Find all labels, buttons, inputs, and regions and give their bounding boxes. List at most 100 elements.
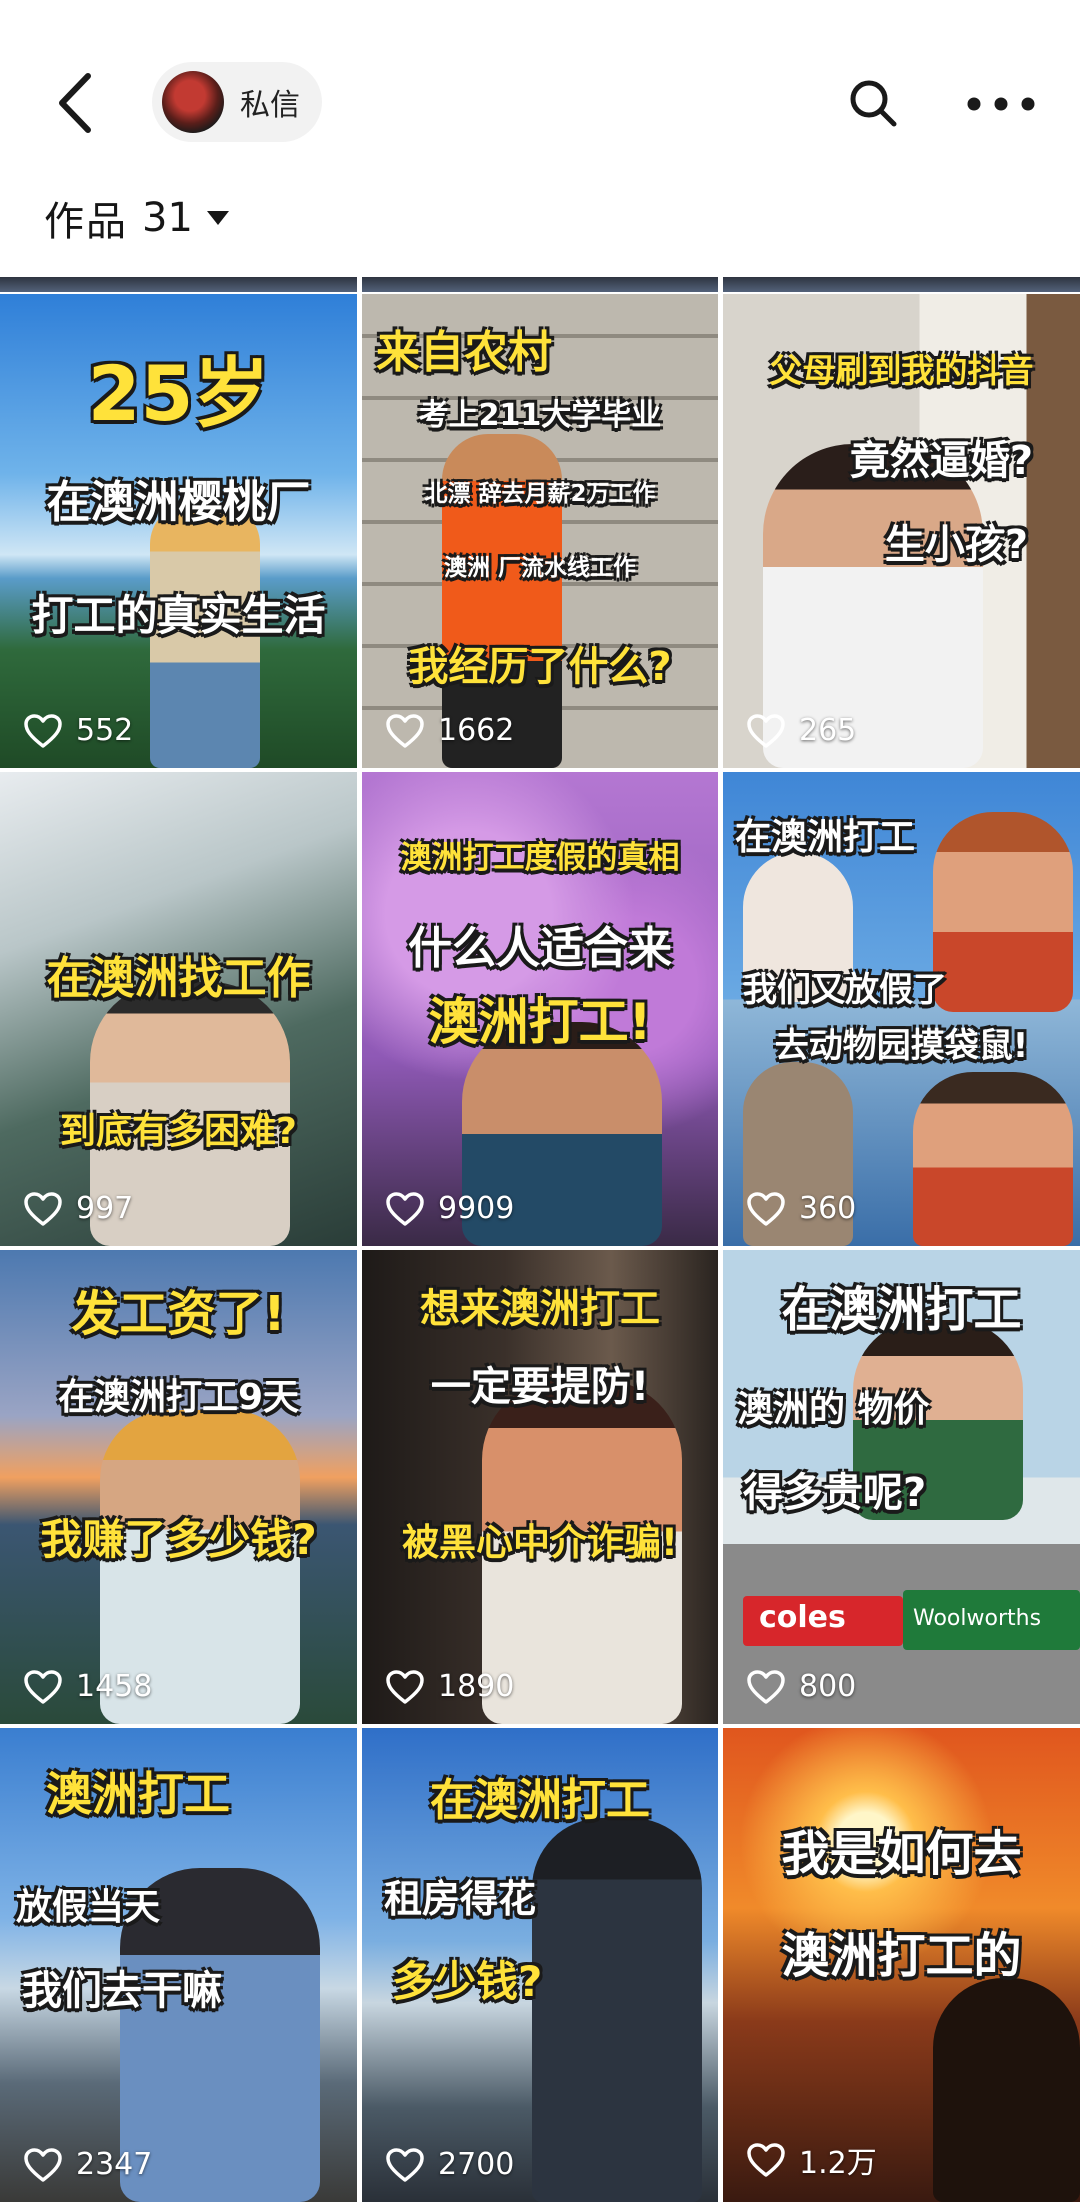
like-count-value: 997 bbox=[76, 1191, 134, 1226]
like-count-value: 1.2万 bbox=[799, 2146, 877, 2181]
video-tile[interactable]: 发工资了! 在澳洲打工9天 我赚了多少钱? 1458 bbox=[0, 1250, 357, 1724]
video-caption: 25岁 bbox=[87, 349, 270, 438]
like-count: 1890 bbox=[386, 1669, 514, 1704]
video-caption: 在澳洲打工 bbox=[430, 1775, 650, 1826]
video-caption: 得多贵呢? bbox=[743, 1470, 927, 1516]
heart-icon bbox=[386, 2147, 424, 2182]
like-count: 552 bbox=[24, 713, 133, 748]
search-icon[interactable] bbox=[848, 78, 898, 128]
video-caption: 生小孩? bbox=[884, 522, 1029, 568]
video-caption: 什么人适合来 bbox=[408, 923, 672, 974]
video-caption: 想来澳洲打工 bbox=[420, 1286, 660, 1332]
store-sign-woolworths: Woolworths bbox=[913, 1606, 1042, 1631]
video-caption: 到底有多困难? bbox=[60, 1111, 297, 1152]
like-count-value: 2347 bbox=[76, 2147, 153, 2182]
back-button[interactable] bbox=[52, 68, 102, 138]
like-count-value: 1662 bbox=[438, 713, 515, 748]
like-count: 997 bbox=[24, 1191, 133, 1226]
video-tile[interactable]: 在澳洲打工 澳洲的 物价 得多贵呢? coles Woolworths 800 bbox=[723, 1250, 1080, 1724]
video-caption: 澳洲 厂流水线工作 bbox=[443, 555, 636, 581]
like-count-value: 265 bbox=[799, 713, 857, 748]
like-count: 800 bbox=[747, 1669, 856, 1704]
works-label: 作品 bbox=[44, 199, 128, 245]
like-count: 9909 bbox=[386, 1191, 514, 1226]
like-count-value: 552 bbox=[76, 713, 134, 748]
previous-row-edge bbox=[0, 277, 1080, 292]
video-caption: 来自农村 bbox=[376, 327, 552, 378]
video-caption: 考上211大学毕业 bbox=[418, 398, 662, 433]
like-count: 2347 bbox=[24, 2147, 152, 2182]
heart-icon bbox=[24, 713, 62, 748]
like-count: 1662 bbox=[386, 713, 514, 748]
video-tile[interactable]: 想来澳洲打工 一定要提防! 被黑心中介诈骗! 1890 bbox=[362, 1250, 718, 1724]
like-count-value: 800 bbox=[799, 1669, 857, 1704]
video-caption: 在澳洲打工 bbox=[781, 1282, 1022, 1338]
video-tile[interactable]: 在澳洲打工 租房得花 多少钱? 2700 bbox=[362, 1728, 718, 2202]
video-tile[interactable]: 父母刷到我的抖音 竟然逼婚? 生小孩? 265 bbox=[723, 294, 1080, 768]
video-caption: 澳洲打工的 bbox=[781, 1928, 1022, 1984]
heart-icon bbox=[386, 1669, 424, 1704]
heart-icon bbox=[747, 713, 785, 748]
chevron-left-icon bbox=[59, 73, 91, 133]
video-caption: 多少钱? bbox=[392, 1957, 543, 2006]
like-count: 2700 bbox=[386, 2147, 514, 2182]
video-caption: 放假当天 bbox=[16, 1887, 161, 1928]
direct-message-button[interactable]: 私信 bbox=[152, 62, 322, 142]
caret-down-icon bbox=[206, 211, 229, 225]
video-caption: 被黑心中介诈骗! bbox=[402, 1521, 678, 1564]
video-caption: 租房得花 bbox=[384, 1877, 537, 1921]
video-tile[interactable]: 我是如何去 澳洲打工的 1.2万 bbox=[723, 1728, 1080, 2202]
video-caption: 我们去干嘛 bbox=[22, 1968, 222, 2014]
video-caption: 澳洲打工! bbox=[428, 993, 652, 1051]
heart-icon bbox=[747, 1669, 785, 1704]
video-caption: 去动物园摸袋鼠! bbox=[774, 1026, 1029, 1066]
video-caption: 在澳洲打工9天 bbox=[57, 1377, 300, 1418]
heart-icon bbox=[747, 2143, 785, 2177]
heart-icon bbox=[24, 2147, 62, 2182]
direct-message-label: 私信 bbox=[240, 88, 300, 123]
avatar bbox=[162, 71, 224, 133]
video-caption: 澳洲打工度假的真相 bbox=[400, 840, 680, 876]
video-tile[interactable]: 25岁 在澳洲樱桃厂 打工的真实生活 552 bbox=[0, 294, 357, 768]
video-caption: 我们又放假了 bbox=[743, 970, 947, 1010]
like-count-value: 360 bbox=[799, 1191, 857, 1226]
video-tile[interactable]: 澳洲打工度假的真相 什么人适合来 澳洲打工! 9909 bbox=[362, 772, 718, 1246]
video-caption: 我是如何去 bbox=[781, 1826, 1022, 1882]
profile-header: 私信 作品 31 bbox=[0, 0, 1080, 245]
video-caption: 发工资了! bbox=[71, 1286, 286, 1342]
heart-icon bbox=[386, 1191, 424, 1226]
like-count: 265 bbox=[747, 713, 856, 748]
works-count: 31 bbox=[142, 195, 193, 241]
like-count-value: 1890 bbox=[438, 1669, 515, 1704]
like-count-value: 9909 bbox=[438, 1191, 515, 1226]
video-caption: 打工的真实生活 bbox=[31, 591, 326, 640]
video-caption: 一定要提防! bbox=[430, 1364, 650, 1410]
video-caption: 我经历了什么? bbox=[408, 644, 672, 690]
more-options-icon[interactable] bbox=[966, 96, 1036, 112]
like-count: 360 bbox=[747, 1191, 856, 1226]
heart-icon bbox=[24, 1191, 62, 1226]
video-tile[interactable]: 澳洲打工 放假当天 我们去干嘛 2347 bbox=[0, 1728, 357, 2202]
heart-icon bbox=[386, 713, 424, 748]
heart-icon bbox=[747, 1191, 785, 1226]
video-caption: 澳洲的 物价 bbox=[737, 1389, 930, 1430]
like-count-value: 2700 bbox=[438, 2147, 515, 2182]
like-count: 1458 bbox=[24, 1669, 152, 1704]
video-caption: 父母刷到我的抖音 bbox=[769, 351, 1034, 390]
video-grid: 25岁 在澳洲樱桃厂 打工的真实生活 552 来自农村 考上211大学毕业 北漂… bbox=[0, 294, 1080, 2202]
heart-icon bbox=[24, 1669, 62, 1704]
video-caption: 我赚了多少钱? bbox=[40, 1515, 317, 1564]
video-tile[interactable]: 在澳洲找工作 到底有多困难? 997 bbox=[0, 772, 357, 1246]
video-tile[interactable]: 来自农村 考上211大学毕业 北漂 辞去月薪2万工作 澳洲 厂流水线工作 我经历… bbox=[362, 294, 718, 768]
like-count-value: 1458 bbox=[76, 1669, 153, 1704]
video-tile[interactable]: 在澳洲打工 我们又放假了 去动物园摸袋鼠! 360 bbox=[723, 772, 1080, 1246]
video-caption: 在澳洲樱桃厂 bbox=[46, 477, 311, 528]
video-caption: 在澳洲找工作 bbox=[46, 953, 311, 1004]
store-sign-coles: coles bbox=[759, 1600, 846, 1635]
video-caption: 北漂 辞去月薪2万工作 bbox=[424, 481, 656, 507]
video-caption: 在澳洲打工 bbox=[735, 817, 916, 858]
like-count: 1.2万 bbox=[747, 2138, 877, 2182]
works-tab[interactable]: 作品 31 bbox=[44, 188, 229, 248]
video-caption: 澳洲打工 bbox=[46, 1767, 230, 1821]
video-caption: 竟然逼婚? bbox=[849, 438, 1034, 484]
